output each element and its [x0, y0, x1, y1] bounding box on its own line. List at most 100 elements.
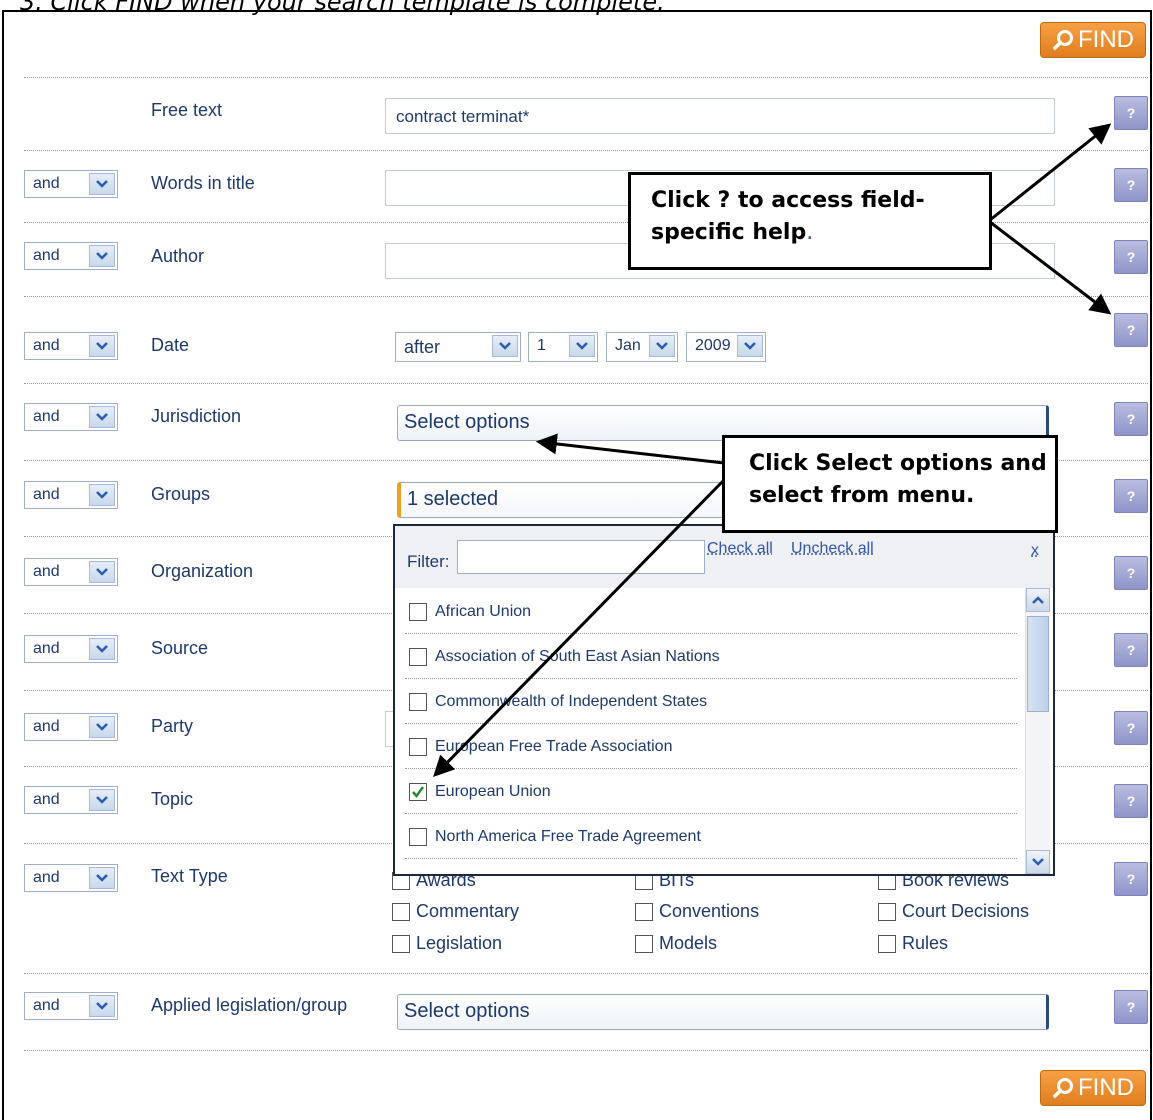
list-item-label: African Union [435, 603, 531, 621]
date-month-select[interactable]: Jan [606, 332, 678, 362]
free-text-help-button[interactable]: ? [1114, 96, 1148, 130]
checkbox[interactable] [392, 935, 410, 953]
find-button-label: FIND [1078, 26, 1134, 54]
groups-dropdown-menu: Filter: Check all Uncheck all x African … [393, 524, 1055, 876]
jurisdiction-label: Jurisdiction [151, 406, 241, 427]
author-boolean-select[interactable]: and [24, 242, 118, 270]
chevron-down-icon[interactable] [89, 245, 115, 267]
checkbox-label: Conventions [659, 901, 759, 922]
date-mode-select[interactable]: after [395, 332, 521, 362]
groups-boolean-select[interactable]: and [24, 481, 118, 509]
author-help-button[interactable]: ? [1114, 240, 1148, 274]
list-item[interactable]: African Union [405, 590, 1017, 634]
applied-legislation-boolean-select[interactable]: and [24, 992, 118, 1020]
help-callout-line1: Click ? to access field- [651, 185, 989, 217]
find-button-top[interactable]: FIND [1040, 22, 1146, 58]
applied-legislation-multiselect[interactable]: Select options [397, 994, 1049, 1030]
jurisdiction-help-button[interactable]: ? [1114, 402, 1148, 436]
checkbox-checked[interactable] [409, 783, 427, 801]
words-in-title-boolean-select[interactable]: and [24, 170, 118, 198]
author-label: Author [151, 246, 204, 267]
help-callout-line2: specific help [651, 220, 806, 245]
chevron-down-icon[interactable] [89, 638, 115, 660]
words-in-title-help-button[interactable]: ? [1114, 168, 1148, 202]
organization-help-button[interactable]: ? [1114, 556, 1148, 590]
chevron-down-icon[interactable] [89, 716, 115, 738]
search-icon [1052, 28, 1076, 52]
list-item[interactable]: European Union [405, 770, 1017, 814]
checkbox[interactable] [409, 828, 427, 846]
checkbox[interactable] [878, 903, 896, 921]
checkbox-label: Models [659, 933, 717, 954]
scroll-thumb[interactable] [1027, 616, 1049, 712]
divider [24, 150, 1148, 151]
chevron-down-icon[interactable] [89, 335, 115, 357]
list-item[interactable]: Association of South East Asian Nations [405, 635, 1017, 679]
chevron-down-icon[interactable] [89, 561, 115, 583]
check-all-link[interactable]: Check all [707, 540, 773, 558]
uncheck-all-link[interactable]: Uncheck all [791, 540, 874, 558]
party-help-button[interactable]: ? [1114, 711, 1148, 745]
select-callout-line2: select from menu. [749, 480, 1055, 512]
text-type-help-button[interactable]: ? [1114, 862, 1148, 896]
groups-help-button[interactable]: ? [1114, 479, 1148, 513]
list-item-label: North America Free Trade Agreement [435, 828, 701, 846]
help-callout: Click ? to access field- specific help. [628, 172, 992, 270]
menu-scrollbar[interactable] [1025, 588, 1050, 874]
filter-label: Filter: [407, 552, 450, 572]
checkbox-label: Court Decisions [902, 901, 1029, 922]
checkbox[interactable] [409, 693, 427, 711]
checkbox[interactable] [635, 903, 653, 921]
checkbox[interactable] [409, 738, 427, 756]
boolean-value: and [33, 175, 60, 193]
chevron-down-icon[interactable] [89, 867, 115, 889]
find-button-bottom[interactable]: FIND [1040, 1070, 1146, 1106]
date-help-button[interactable]: ? [1114, 313, 1148, 347]
scroll-up-icon[interactable] [1026, 588, 1050, 612]
date-label: Date [151, 335, 189, 356]
checkbox[interactable] [878, 935, 896, 953]
boolean-value: and [33, 640, 60, 658]
filter-input[interactable] [457, 540, 705, 574]
divider [24, 383, 1148, 384]
chevron-down-icon[interactable] [649, 335, 675, 357]
list-item[interactable]: Commonwealth of Independent States [405, 680, 1017, 724]
checkbox[interactable] [392, 903, 410, 921]
list-item-label: Association of South East Asian Nations [435, 648, 720, 666]
close-menu-link[interactable]: x [1031, 542, 1039, 560]
text-type-boolean-select[interactable]: and [24, 864, 118, 892]
scroll-down-icon[interactable] [1026, 850, 1050, 874]
applied-legislation-help-button[interactable]: ? [1114, 990, 1148, 1024]
source-help-button[interactable]: ? [1114, 633, 1148, 667]
chevron-down-icon[interactable] [492, 335, 518, 357]
date-year-select[interactable]: 2009 [686, 332, 766, 362]
free-text-input[interactable]: contract terminat* [385, 98, 1055, 134]
source-boolean-select[interactable]: and [24, 635, 118, 663]
boolean-value: and [33, 997, 60, 1015]
organization-boolean-select[interactable]: and [24, 558, 118, 586]
list-item[interactable]: European Free Trade Association [405, 725, 1017, 769]
list-item[interactable]: North America Free Trade Agreement [405, 815, 1017, 859]
chevron-down-icon[interactable] [569, 335, 595, 357]
chevron-down-icon[interactable] [89, 789, 115, 811]
topic-boolean-select[interactable]: and [24, 786, 118, 814]
checkbox[interactable] [635, 935, 653, 953]
jurisdiction-boolean-select[interactable]: and [24, 403, 118, 431]
chevron-down-icon[interactable] [89, 406, 115, 428]
date-day-select[interactable]: 1 [528, 332, 598, 362]
chevron-down-icon[interactable] [89, 484, 115, 506]
help-callout-trail: . [806, 220, 813, 245]
applied-legislation-label: Applied legislation/group [151, 995, 347, 1016]
list-item-label: European Free Trade Association [435, 738, 672, 756]
date-boolean-select[interactable]: and [24, 332, 118, 360]
chevron-down-icon[interactable] [89, 995, 115, 1017]
checkbox[interactable] [409, 648, 427, 666]
boolean-value: and [33, 718, 60, 736]
chevron-down-icon[interactable] [89, 173, 115, 195]
boolean-value: and [33, 791, 60, 809]
party-boolean-select[interactable]: and [24, 713, 118, 741]
topic-help-button[interactable]: ? [1114, 784, 1148, 818]
party-label: Party [151, 716, 193, 737]
checkbox[interactable] [409, 603, 427, 621]
chevron-down-icon[interactable] [737, 335, 763, 357]
